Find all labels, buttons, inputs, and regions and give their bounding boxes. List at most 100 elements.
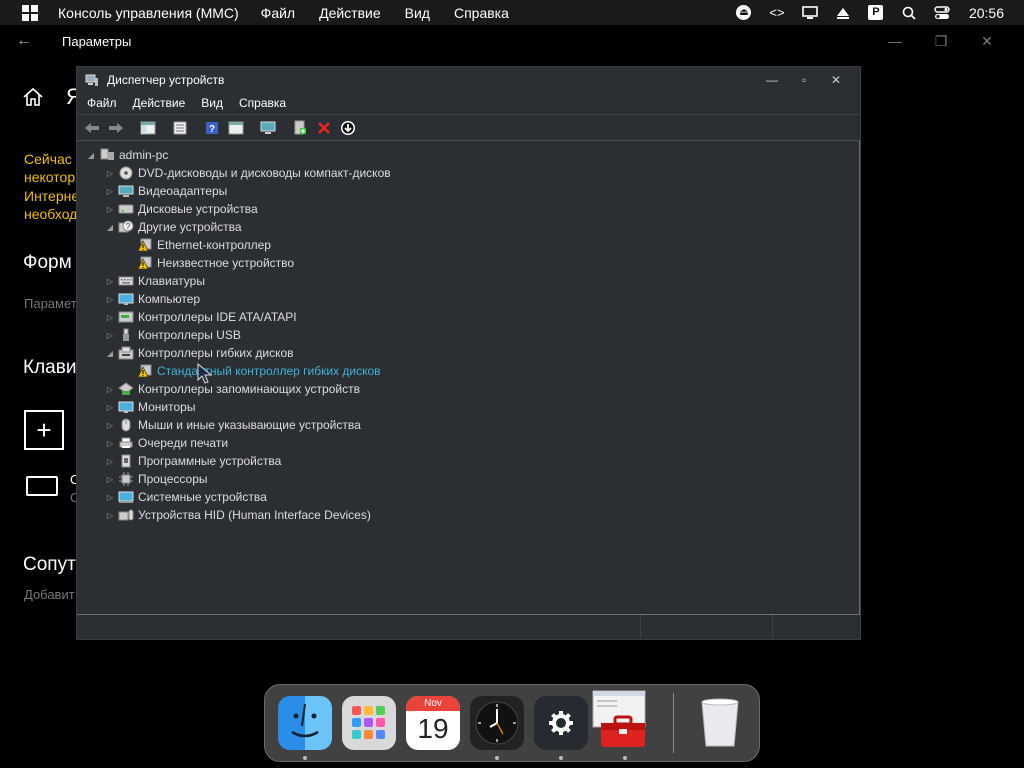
menu-file[interactable]: Файл bbox=[87, 96, 117, 110]
collapse-arrow-icon[interactable]: ◢ bbox=[104, 223, 116, 232]
forward-icon[interactable] bbox=[105, 118, 127, 138]
tree-item[interactable]: Стандартный контроллер гибких дисков bbox=[123, 362, 381, 380]
menubar-view[interactable]: Вид bbox=[405, 5, 430, 21]
tree-item-label: Другие устройства bbox=[138, 220, 242, 234]
maximize-icon[interactable]: ❐ bbox=[918, 33, 964, 50]
system-device-icon bbox=[118, 490, 134, 504]
expand-arrow-icon[interactable]: ▷ bbox=[104, 331, 116, 340]
expand-arrow-icon[interactable]: ▷ bbox=[104, 313, 116, 322]
expand-arrow-icon[interactable]: ▷ bbox=[104, 457, 116, 466]
calendar-icon[interactable]: Nov 19 bbox=[406, 696, 460, 750]
tree-item-label: Очереди печати bbox=[138, 436, 229, 450]
tree-item[interactable]: ▷ Контроллеры USB bbox=[104, 326, 241, 344]
bg-warning-line-2: некотор bbox=[24, 169, 76, 185]
finder-icon[interactable] bbox=[278, 696, 332, 750]
tree-item[interactable]: ▷ Мониторы bbox=[104, 398, 196, 416]
expand-arrow-icon[interactable]: ▷ bbox=[104, 295, 116, 304]
minimize-icon[interactable]: — bbox=[872, 33, 918, 49]
scan-hardware-icon[interactable] bbox=[257, 118, 279, 138]
expand-arrow-icon[interactable]: ▷ bbox=[104, 421, 116, 430]
trash-icon[interactable] bbox=[693, 696, 747, 750]
window-minimize-icon[interactable]: — bbox=[756, 73, 788, 87]
tree-item[interactable]: ▷ Контроллеры IDE ATA/ATAPI bbox=[104, 308, 297, 326]
bg-related-heading: Сопут bbox=[23, 554, 76, 575]
help-icon[interactable]: ? bbox=[201, 118, 223, 138]
show-hide-tree-icon[interactable] bbox=[137, 118, 159, 138]
tree-item[interactable]: ◢ admin-pc bbox=[85, 146, 168, 164]
tree-item[interactable]: ▷ Устройства HID (Human Interface Devices… bbox=[104, 506, 371, 524]
update-driver-icon[interactable] bbox=[289, 118, 311, 138]
monitor-icon[interactable] bbox=[799, 4, 821, 22]
expand-arrow-icon[interactable]: ▷ bbox=[104, 187, 116, 196]
settings-icon[interactable] bbox=[534, 696, 588, 750]
window-close-icon[interactable]: ✕ bbox=[820, 73, 852, 87]
keyboard-icon bbox=[118, 274, 134, 288]
tree-item[interactable]: ▷ Мыши и иные указывающие устройства bbox=[104, 416, 361, 434]
calendar-month: Nov bbox=[406, 696, 460, 711]
back-icon[interactable] bbox=[81, 118, 103, 138]
add-keyboard-button[interactable]: + bbox=[24, 410, 64, 450]
tree-item[interactable]: ▷ Процессоры bbox=[104, 470, 208, 488]
dvd-icon bbox=[118, 166, 134, 180]
uninstall-icon[interactable] bbox=[313, 118, 335, 138]
properties-icon[interactable] bbox=[169, 118, 191, 138]
bg-keyboards-heading: Клави bbox=[23, 357, 77, 378]
collapse-arrow-icon[interactable]: ◢ bbox=[85, 151, 97, 160]
tree-item[interactable]: ▷ Системные устройства bbox=[104, 488, 267, 506]
expand-arrow-icon[interactable]: ▷ bbox=[104, 385, 116, 394]
expand-arrow-icon[interactable]: ▷ bbox=[104, 277, 116, 286]
tree-item[interactable]: ▷ Очереди печати bbox=[104, 434, 228, 452]
tree-item[interactable]: ▷ Дисковые устройства bbox=[104, 200, 258, 218]
device-tree-pane[interactable]: ◢ admin-pc ▷ DVD-дисководы и дисководы комп… bbox=[77, 140, 860, 615]
back-arrow-icon[interactable]: ← bbox=[16, 32, 40, 50]
tree-item[interactable]: ◢ Контроллеры гибких дисков bbox=[104, 344, 294, 362]
menubar-help[interactable]: Справка bbox=[454, 5, 509, 21]
device-manager-titlebar[interactable]: Диспетчер устройств — ▫ ✕ bbox=[77, 67, 860, 92]
tree-item[interactable]: Ethernet-контроллер bbox=[123, 236, 271, 254]
launchpad-icon[interactable] bbox=[342, 696, 396, 750]
menubar-file[interactable]: Файл bbox=[261, 5, 295, 21]
close-icon[interactable]: ✕ bbox=[964, 33, 1010, 50]
window-maximize-icon[interactable]: ▫ bbox=[788, 73, 820, 87]
tree-item[interactable]: ▷ Программные устройства bbox=[104, 452, 281, 470]
svg-text:?: ? bbox=[126, 222, 131, 231]
computer-icon bbox=[99, 148, 115, 162]
menu-action[interactable]: Действие bbox=[133, 96, 186, 110]
eject-icon[interactable]: ⏏ bbox=[733, 4, 755, 22]
tree-item-label: Процессоры bbox=[138, 472, 208, 486]
home-icon[interactable] bbox=[22, 86, 44, 108]
triangle-up-icon[interactable] bbox=[832, 4, 854, 22]
search-icon[interactable] bbox=[898, 4, 920, 22]
tree-item[interactable]: ▷ Контроллеры запоминающих устройств bbox=[104, 380, 360, 398]
tree-item[interactable]: Неизвестное устройство bbox=[123, 254, 294, 272]
expand-arrow-icon[interactable]: ▷ bbox=[104, 205, 116, 214]
view-icon[interactable] bbox=[225, 118, 247, 138]
toggle-icon[interactable] bbox=[931, 4, 953, 22]
collapse-arrow-icon[interactable]: ◢ bbox=[104, 349, 116, 358]
tree-item[interactable]: ▷ Компьютер bbox=[104, 290, 200, 308]
clock-icon[interactable] bbox=[470, 696, 524, 750]
toolbox-icon[interactable] bbox=[591, 689, 649, 751]
expand-arrow-icon[interactable]: ▷ bbox=[104, 475, 116, 484]
tree-item[interactable]: ▷ DVD-дисководы и дисководы компакт-диско… bbox=[104, 164, 391, 182]
code-icon[interactable]: <> bbox=[766, 4, 788, 22]
clock[interactable]: 20:56 bbox=[969, 5, 1004, 21]
tree-scrollbar[interactable] bbox=[859, 141, 860, 614]
tree-item[interactable]: ▷ Видеоадаптеры bbox=[104, 182, 227, 200]
p-icon[interactable]: P bbox=[865, 4, 887, 22]
enable-device-icon[interactable] bbox=[337, 118, 359, 138]
status-bar bbox=[77, 615, 860, 639]
tree-item[interactable]: ▷ Клавиатуры bbox=[104, 272, 205, 290]
ide-controller-icon bbox=[118, 310, 134, 324]
expand-arrow-icon[interactable]: ▷ bbox=[104, 493, 116, 502]
expand-arrow-icon[interactable]: ▷ bbox=[104, 169, 116, 178]
menu-help[interactable]: Справка bbox=[239, 96, 286, 110]
expand-arrow-icon[interactable]: ▷ bbox=[104, 403, 116, 412]
windows-logo-icon[interactable] bbox=[22, 4, 38, 21]
expand-arrow-icon[interactable]: ▷ bbox=[104, 439, 116, 448]
expand-arrow-icon[interactable]: ▷ bbox=[104, 511, 116, 520]
menu-view[interactable]: Вид bbox=[201, 96, 223, 110]
tree-item[interactable]: ◢? Другие устройства bbox=[104, 218, 242, 236]
menubar-action[interactable]: Действие bbox=[319, 5, 381, 21]
app-name[interactable]: Консоль управления (MMC) bbox=[58, 5, 239, 21]
